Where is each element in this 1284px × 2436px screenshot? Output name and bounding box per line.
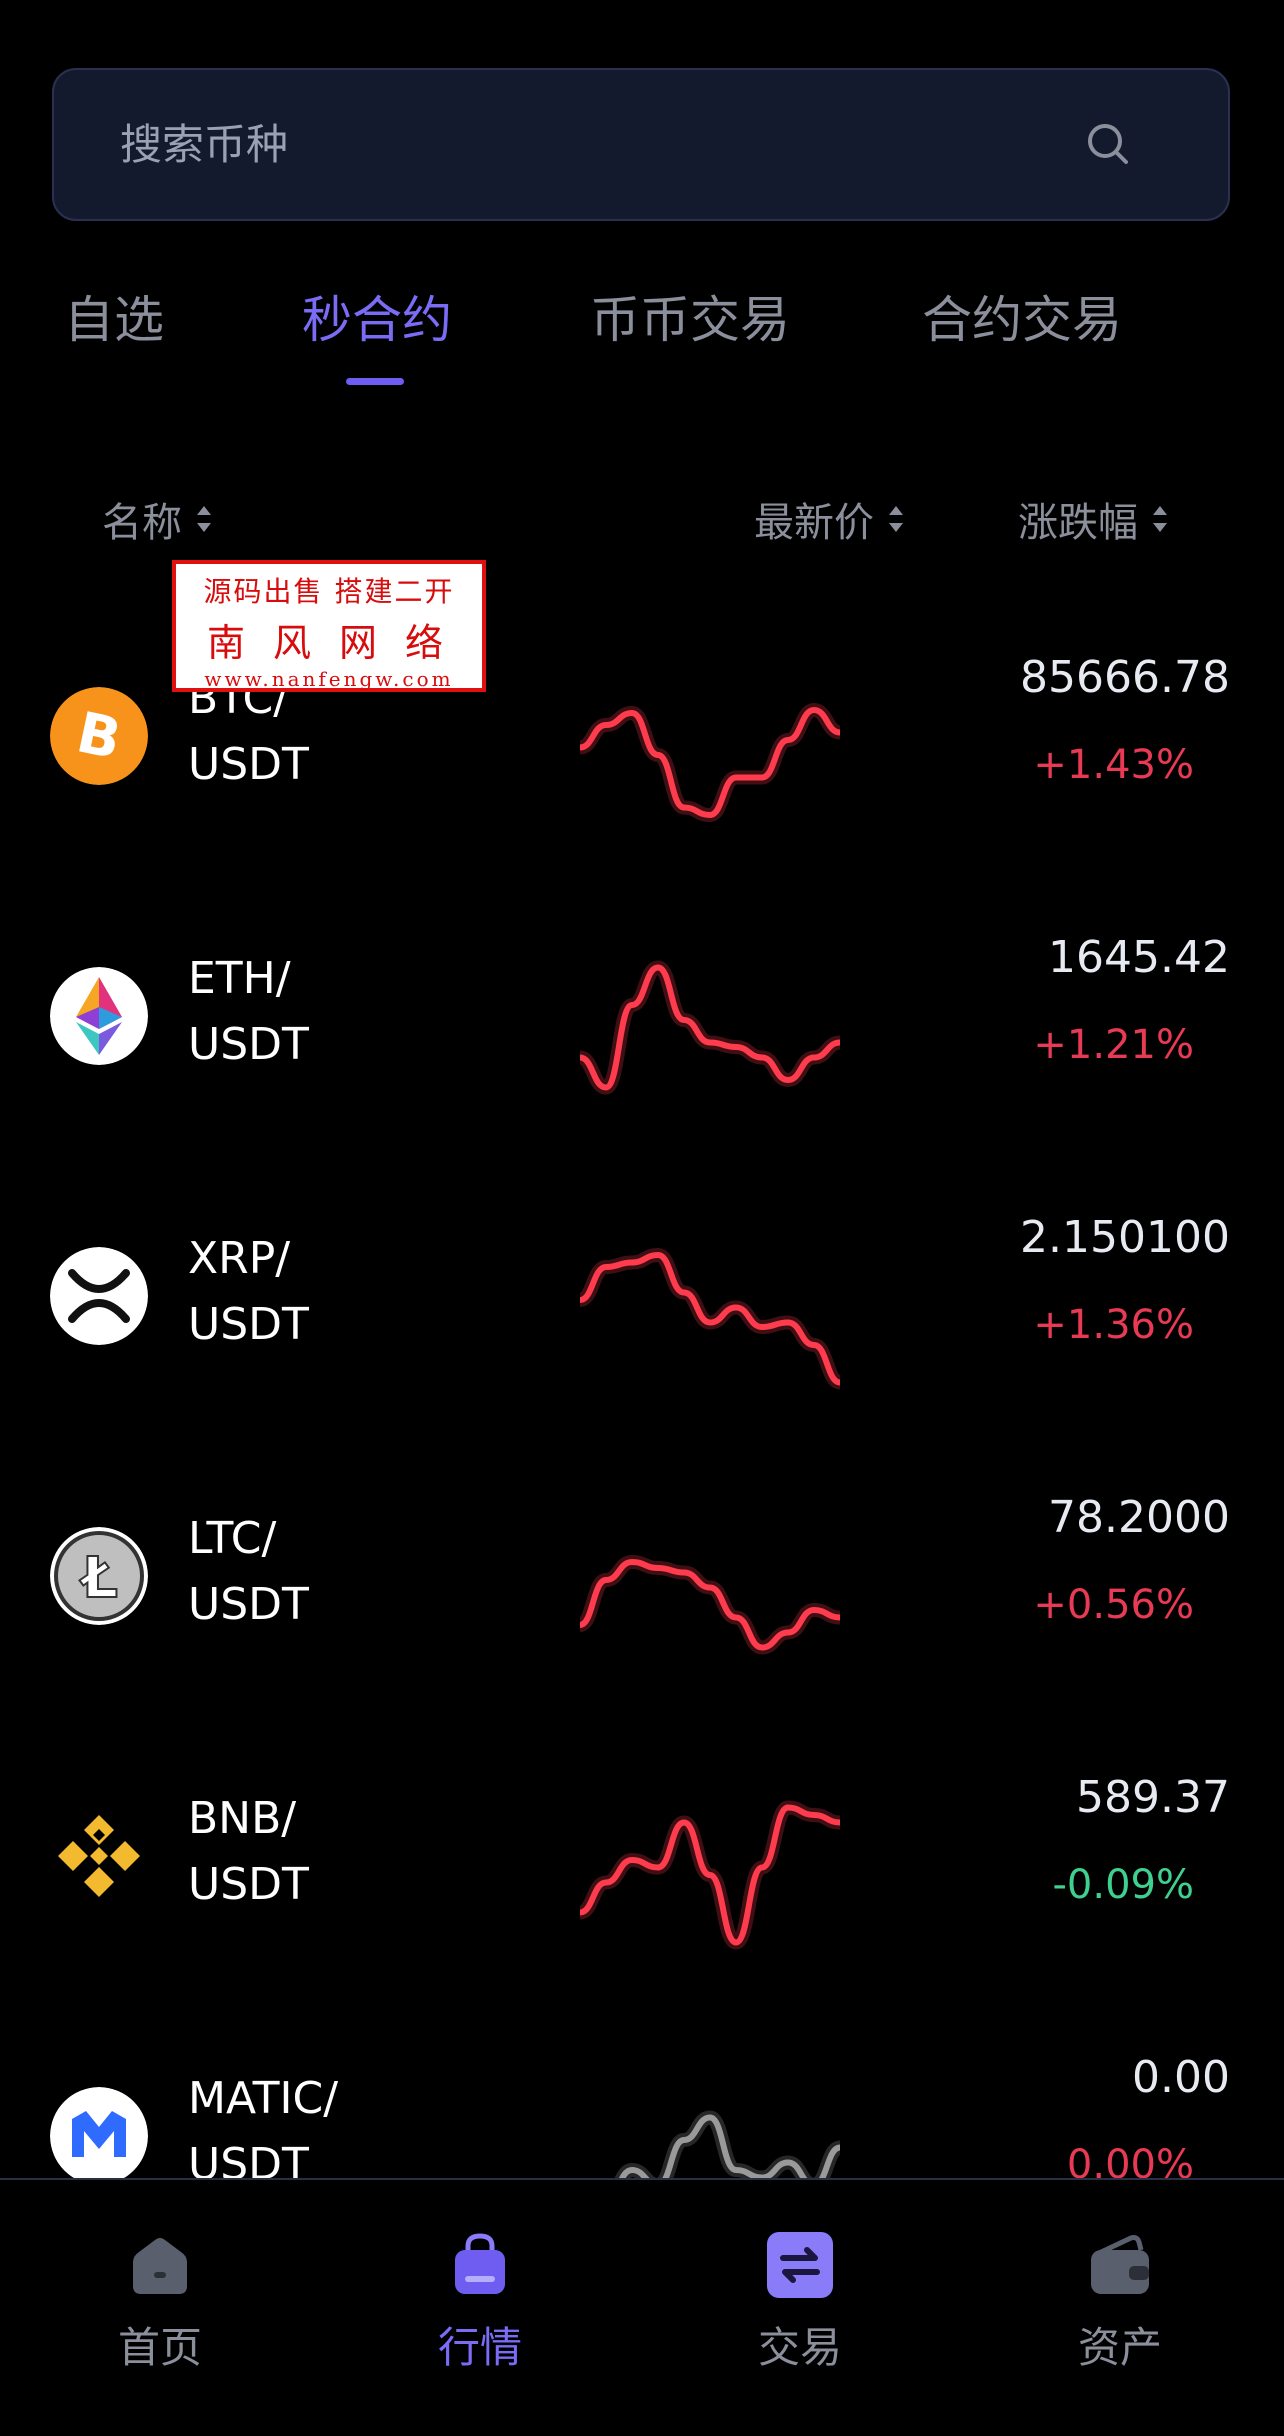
- sort-icon: [889, 506, 903, 532]
- column-header-name-label: 名称: [102, 500, 182, 546]
- price-change: -0.09%: [1052, 1862, 1194, 1908]
- tab-spot-trading[interactable]: 币币交易: [590, 280, 790, 352]
- bitcoin-icon: B: [50, 687, 148, 785]
- nav-home-label: 首页: [117, 2323, 202, 2372]
- search-bar[interactable]: [52, 68, 1230, 221]
- price-change: +1.43%: [1033, 742, 1194, 788]
- coin-base: XRP/: [188, 1233, 291, 1284]
- tab-contract-trading[interactable]: 合约交易: [922, 280, 1122, 352]
- sparkline: [580, 1554, 840, 1655]
- column-header-name[interactable]: 名称: [102, 490, 214, 548]
- sparkline-glow: [580, 1247, 840, 1390]
- bnb-icon: [58, 1815, 140, 1897]
- market-icon: [455, 2233, 505, 2294]
- column-header-price-label: 最新价: [754, 500, 874, 546]
- search-input[interactable]: [120, 70, 1020, 219]
- trade-icon: [767, 2232, 833, 2298]
- ethereum-icon: [50, 967, 148, 1065]
- latest-price: 1645.42: [1048, 932, 1230, 983]
- column-header-change-label: 涨跌幅: [1018, 500, 1138, 546]
- nav-trade[interactable]: 交易: [700, 2230, 900, 2375]
- coin-pair: LTC/ USDT: [188, 1506, 309, 1638]
- coin-base: ETH/: [188, 953, 291, 1004]
- polygon-icon: [50, 2087, 148, 2185]
- watermark-stamp: 源码出售 搭建二开 南风网络 www.nanfengw.com: [172, 560, 486, 692]
- coin-row-xrp[interactable]: XRP/ USDT 2.150100 +1.36%: [0, 1200, 1284, 1480]
- latest-price: 589.37: [1076, 1772, 1230, 1823]
- nav-market-label: 行情: [437, 2323, 522, 2372]
- coin-pair: XRP/ USDT: [188, 1226, 309, 1358]
- coin-quote: USDT: [188, 1019, 309, 1070]
- coin-quote: USDT: [188, 1579, 309, 1630]
- tab-second-contract[interactable]: 秒合约: [302, 280, 452, 352]
- search-icon[interactable]: [1084, 120, 1132, 168]
- home-icon: [133, 2238, 187, 2294]
- price-change: +1.36%: [1033, 1302, 1194, 1348]
- wallet-icon: [1091, 2235, 1149, 2294]
- xrp-icon: [50, 1247, 148, 1345]
- nav-assets[interactable]: 资产: [1020, 2230, 1220, 2375]
- coin-quote: USDT: [188, 739, 309, 790]
- latest-price: 0.00: [1132, 2052, 1230, 2103]
- bottom-navigation: 首页 行情 交易 资产: [0, 2178, 1284, 2436]
- sort-icon: [1153, 506, 1167, 532]
- nav-home[interactable]: 首页: [60, 2230, 260, 2375]
- active-tab-indicator: [346, 378, 404, 385]
- latest-price: 85666.78: [1020, 652, 1230, 703]
- watermark-line2: 南风网络: [206, 621, 471, 665]
- nav-trade-label: 交易: [757, 2323, 842, 2372]
- coin-base: LTC/: [188, 1513, 277, 1564]
- column-header-price[interactable]: 最新价: [754, 490, 906, 548]
- sparkline: [580, 702, 840, 823]
- coin-base: BNB/: [188, 1793, 297, 1844]
- latest-price: 2.150100: [1020, 1212, 1230, 1263]
- sparkline: [580, 1247, 840, 1390]
- coin-pair: ETH/ USDT: [188, 946, 309, 1078]
- svg-text:Ł: Ł: [79, 1546, 118, 1611]
- price-change: +1.21%: [1033, 1022, 1194, 1068]
- sparkline-line: [580, 1558, 840, 1651]
- latest-price: 78.2000: [1048, 1492, 1230, 1543]
- coin-quote: USDT: [188, 1859, 309, 1910]
- coin-quote: USDT: [188, 1299, 309, 1350]
- sparkline: [580, 1800, 840, 1950]
- coin-base: MATIC/: [188, 2073, 339, 2124]
- litecoin-icon: Ł: [50, 1527, 148, 1625]
- watermark-line1: 源码出售 搭建二开: [203, 575, 455, 608]
- coin-pair: BNB/ USDT: [188, 1786, 309, 1918]
- coin-row-eth[interactable]: ETH/ USDT 1645.42 +1.21%: [0, 920, 1284, 1200]
- price-change: +0.56%: [1033, 1582, 1194, 1628]
- market-tabs: 自选 秒合约 币币交易 合约交易: [0, 280, 1284, 390]
- sparkline-line: [580, 1804, 840, 1946]
- coin-row-bnb[interactable]: BNB/ USDT 589.37 -0.09%: [0, 1760, 1284, 2040]
- nav-market[interactable]: 行情: [380, 2230, 580, 2375]
- tab-favorites[interactable]: 自选: [64, 280, 164, 352]
- coin-row-ltc[interactable]: Ł LTC/ USDT 78.2000 +0.56%: [0, 1480, 1284, 1760]
- sort-icon: [197, 506, 211, 532]
- column-header-change[interactable]: 涨跌幅: [1018, 490, 1170, 548]
- watermark-line3: www.nanfengw.com: [204, 667, 454, 691]
- sparkline: [580, 960, 840, 1095]
- nav-assets-label: 资产: [1077, 2323, 1162, 2372]
